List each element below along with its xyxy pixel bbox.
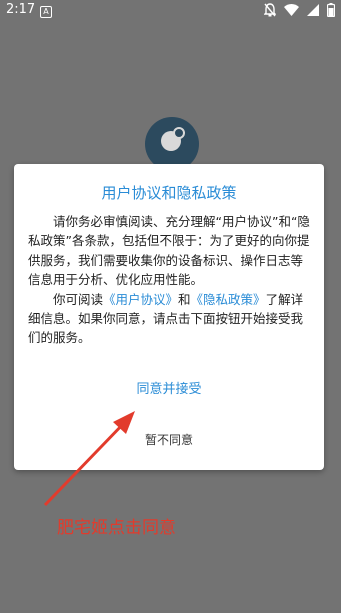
annotation-text: 肥宅姬点击同意 xyxy=(57,518,176,538)
app-logo xyxy=(145,117,199,171)
status-time: 2:17 xyxy=(6,2,36,17)
battery-icon xyxy=(327,3,335,17)
agree-button[interactable]: 同意并接受 xyxy=(14,378,324,397)
status-bar: 2:17 A xyxy=(0,0,341,24)
wifi-icon xyxy=(284,4,299,16)
dialog-title: 用户协议和隐私政策 xyxy=(101,184,237,202)
signal-icon xyxy=(307,4,319,16)
dialog-paragraph-1: 请你务必审慎阅读、充分理解“用户协议”和“隐私政策”各条款，包括但不限于：为了更… xyxy=(28,214,310,288)
notification-icon: A xyxy=(40,6,52,18)
user-agreement-link[interactable]: 《用户协议》 xyxy=(103,292,178,307)
disagree-button[interactable]: 暂不同意 xyxy=(14,431,324,448)
bell-off-icon xyxy=(264,3,276,17)
consent-dialog: 用户协议和隐私政策 请你务必审慎阅读、充分理解“用户协议”和“隐私政策”各条款，… xyxy=(14,164,324,470)
dialog-body: 请你务必审慎阅读、充分理解“用户协议”和“隐私政策”各条款，包括但不限于：为了更… xyxy=(28,212,312,348)
dialog-paragraph-2: 你可阅读《用户协议》和《隐私政策》了解详细信息。如果你同意，请点击下面按钮开始接… xyxy=(28,291,304,346)
privacy-policy-link[interactable]: 《隐私政策》 xyxy=(191,292,266,307)
status-icons xyxy=(264,3,335,17)
